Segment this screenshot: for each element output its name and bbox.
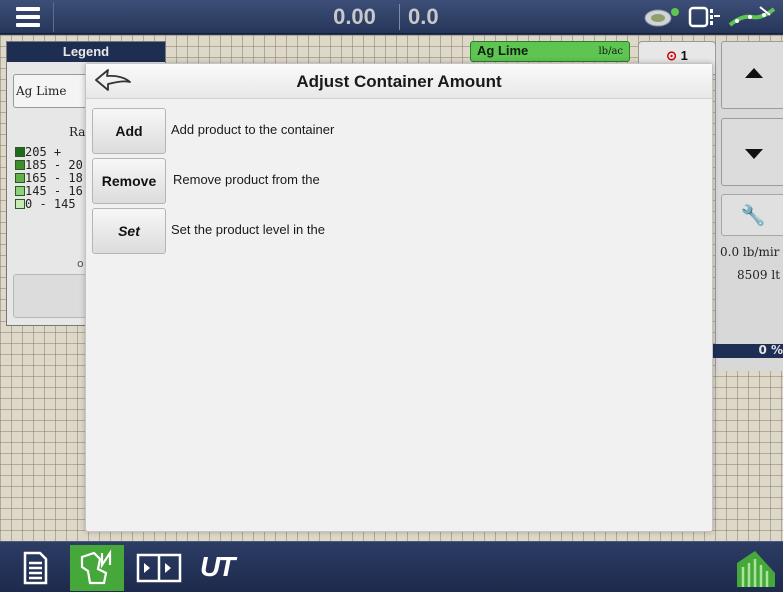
field-map-icon xyxy=(80,549,112,585)
menu-icon-line xyxy=(16,15,40,19)
add-description: Add product to the container xyxy=(171,122,335,137)
ut-icon: UT xyxy=(200,551,235,582)
legend-swatch xyxy=(15,199,25,209)
product-blend-icon[interactable] xyxy=(644,8,679,27)
legend-swatch xyxy=(15,186,25,196)
legend-swatch xyxy=(15,147,25,157)
legend-range-list: 205 + 185 - 20 165 - 18 145 - 16 0 - 145 xyxy=(15,146,83,211)
split-view-icon xyxy=(136,553,182,583)
legend-tab[interactable]: Legend xyxy=(7,42,165,62)
rate-up-button[interactable] xyxy=(721,41,783,109)
alarm-count: 1 xyxy=(680,48,688,63)
field-operations-button[interactable] xyxy=(729,545,783,591)
flow-rate-readout: 0.0 lb/mir xyxy=(720,245,780,259)
legend-swatch xyxy=(15,160,25,170)
split-view-button[interactable] xyxy=(132,545,186,591)
menu-icon-line xyxy=(16,23,40,27)
dialog-header: Adjust Container Amount xyxy=(86,64,712,99)
legend-swatch xyxy=(15,173,25,183)
legend-range-label: 185 - 20 xyxy=(25,158,83,172)
legend-product-selector[interactable]: Ag Lime xyxy=(13,74,93,108)
adjust-container-dialog: Adjust Container Amount Add Add product … xyxy=(85,63,713,532)
legend-range-label: 205 + xyxy=(25,145,62,159)
status-icons xyxy=(642,5,777,29)
field-operations-icon xyxy=(737,551,775,587)
add-button[interactable]: Add xyxy=(92,108,166,154)
legend-range-label: 145 - 16 xyxy=(25,184,83,198)
field-map-button[interactable] xyxy=(70,545,124,591)
legend-row: 0 - 145 xyxy=(15,198,83,211)
document-icon xyxy=(23,551,48,585)
container-weight-readout: 8509 lt xyxy=(737,268,781,282)
remove-description: Remove product from the xyxy=(173,172,320,187)
dialog-title: Adjust Container Amount xyxy=(296,72,502,91)
legend-rate-label: Ra xyxy=(69,125,86,139)
remove-button[interactable]: Remove xyxy=(92,158,166,204)
alarm-icon: ⊙ xyxy=(666,48,678,63)
legend-extra: o xyxy=(77,257,84,270)
gps-signal-icon[interactable] xyxy=(728,6,776,27)
implement-icon[interactable] xyxy=(688,6,720,28)
legend-range-label: 0 - 145 xyxy=(25,197,76,211)
top-status-bar: 0.00 0.0 xyxy=(0,0,783,34)
set-button[interactable]: Set xyxy=(92,208,166,254)
heading-readout: 0.0 xyxy=(408,4,439,29)
speed-readout: 0.00 xyxy=(310,4,400,30)
menu-icon xyxy=(16,7,40,11)
product-rate-header[interactable]: Ag Lime lb/ac xyxy=(470,41,630,62)
wrench-icon[interactable]: 🔧 xyxy=(721,194,783,236)
ut-button[interactable]: UT xyxy=(192,545,246,591)
rate-product-name: Ag Lime xyxy=(477,43,529,58)
fill-percent: 0 % xyxy=(758,343,783,357)
document-button[interactable] xyxy=(8,545,62,591)
menu-button[interactable] xyxy=(6,2,54,32)
rate-side-column: 🔧 0.0 lb/mir 8509 lt xyxy=(715,41,783,371)
set-description: Set the product level in the xyxy=(171,222,325,237)
rate-unit: lb/ac xyxy=(598,46,623,57)
legend-range-label: 165 - 18 xyxy=(25,171,83,185)
bottom-toolbar: UT xyxy=(0,541,783,592)
rate-down-button[interactable] xyxy=(721,118,783,186)
